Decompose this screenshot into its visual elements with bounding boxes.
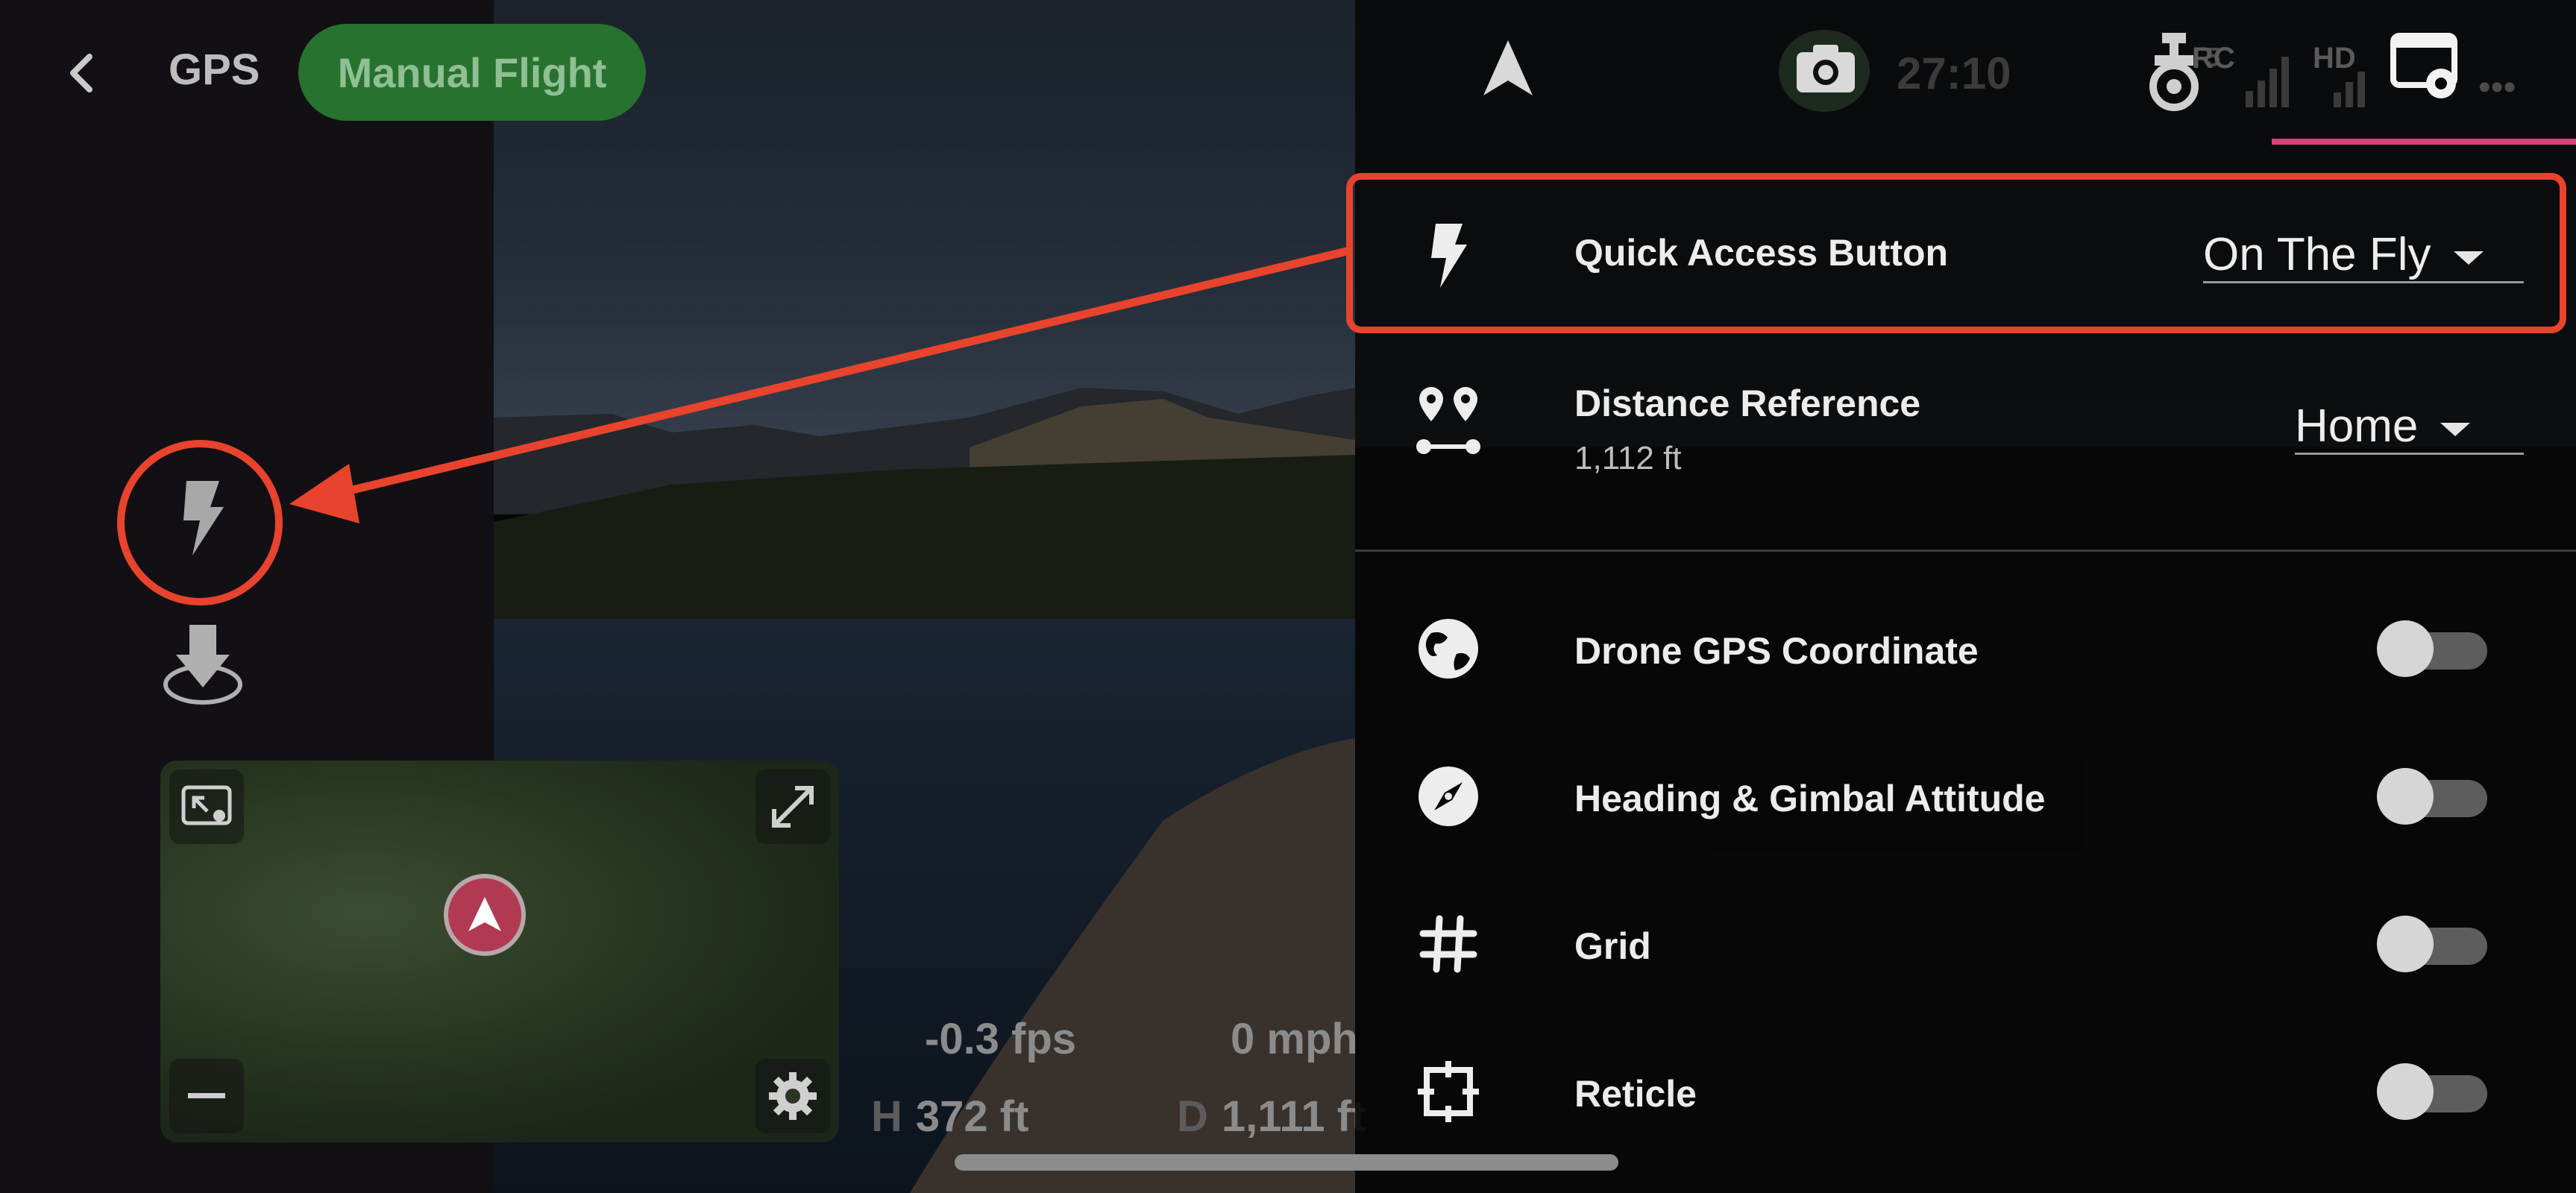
home-indicator[interactable] [955, 1154, 1618, 1171]
annotation-arrow [289, 246, 1351, 523]
